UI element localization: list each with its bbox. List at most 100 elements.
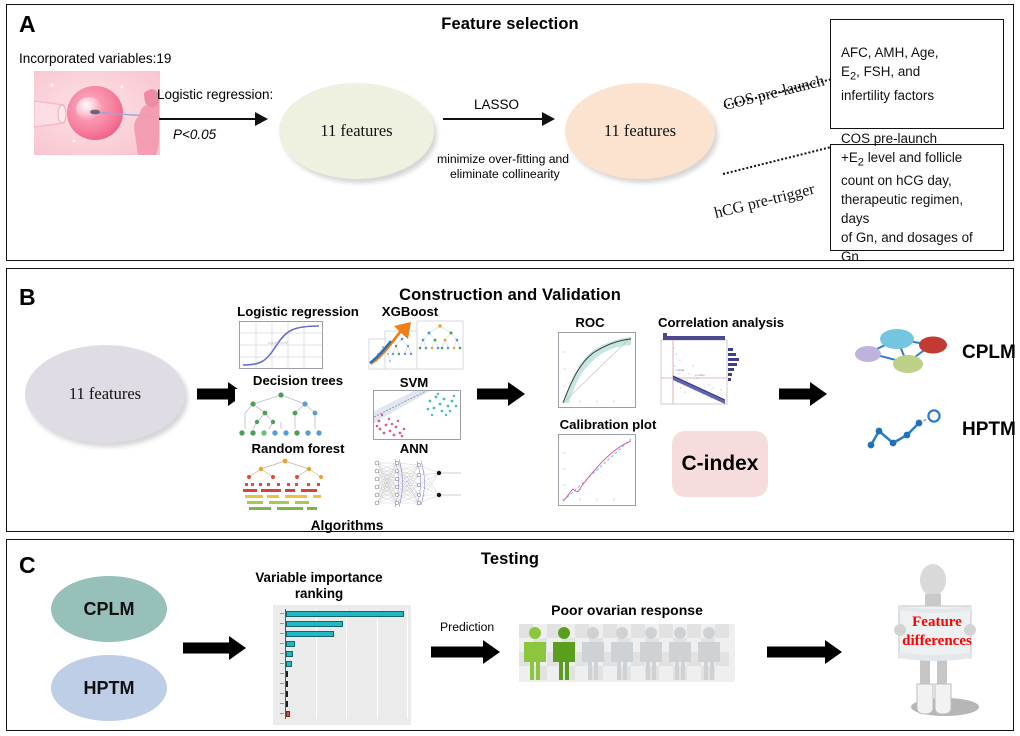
- lasso-note-line2: eliminate collinearity: [450, 167, 560, 181]
- box-bottom-line-2: +E2 level and follicle: [841, 149, 963, 169]
- ellipse-features-stage2-label: 11 features: [603, 121, 677, 140]
- chart-tick: [280, 693, 284, 694]
- chart-gridline: [407, 609, 408, 719]
- correlation-analysis-thumbnail: r-value p-value: [655, 330, 741, 410]
- svg-text:logistic curve: logistic curve: [268, 341, 288, 345]
- lasso-label: LASSO: [474, 97, 520, 112]
- arrow-prediction: [431, 640, 503, 664]
- prediction-label: Prediction: [440, 620, 495, 634]
- ellipse-features-stage1: 11 features: [279, 83, 434, 179]
- chart-gridline: [376, 609, 378, 719]
- p-value-label: P<0.05: [173, 127, 217, 142]
- xgboost-thumbnail: [367, 319, 465, 371]
- arrow-algorithms-to-validation: [477, 382, 525, 406]
- variable-importance-bar: [286, 700, 289, 708]
- xgboost-caption: XGBoost: [381, 304, 439, 319]
- ellipse-features-panel-b-label: 11 features: [68, 384, 142, 403]
- network-graph-icon: [855, 327, 951, 379]
- box-top-line-2: E2, FSH, and: [841, 64, 921, 83]
- ellipse-cplm: CPLM: [51, 576, 167, 642]
- variable-importance-bar: [286, 670, 289, 678]
- figure-root: A Feature selection Incorporated variabl…: [0, 0, 1020, 736]
- ellipse-features-stage1-label: 11 features: [320, 121, 393, 140]
- variable-importance-bar: [286, 610, 405, 618]
- icsi-illustration: [34, 71, 160, 155]
- svg-text:r-value: r-value: [675, 368, 685, 372]
- panel-b: B Construction and Validation 11 feature…: [6, 268, 1016, 533]
- chart-gridline: [346, 609, 347, 719]
- ellipse-cplm-label: CPLM: [83, 598, 135, 619]
- random-forest-thumbnail: [237, 457, 333, 515]
- panel-b-title: Construction and Validation: [399, 286, 621, 304]
- chart-tick: [280, 673, 284, 674]
- hcg-pre-trigger-label: hCG pre-trigger: [712, 180, 817, 223]
- algorithms-label: Algorithms: [310, 518, 384, 533]
- chart-tick: [280, 653, 284, 654]
- leader-hcg-pre-trigger: [722, 144, 838, 175]
- box-top-line-3: infertility factors: [841, 87, 935, 103]
- logistic-regression-caption: Logistic regression: [237, 304, 359, 319]
- panel-c-title: Testing: [480, 550, 540, 568]
- box-top-line-1: AFC, AMH, Age,: [841, 45, 939, 61]
- cos-pre-launch-variables-box: AFC, AMH, Age, E2, FSH, and infertility …: [830, 19, 1004, 129]
- poor-ovarian-response-label: Poor ovarian response: [551, 602, 703, 618]
- calibration-plot-thumbnail: [558, 434, 636, 506]
- box-bottom-line-3: count on hCG day,: [841, 173, 952, 189]
- calibration-plot-caption: Calibration plot: [559, 417, 657, 432]
- decision-trees-caption: Decision trees: [252, 373, 344, 388]
- chart-tick: [280, 683, 284, 684]
- chart-tick: [280, 633, 284, 634]
- ellipse-features-stage2: 11 features: [565, 83, 715, 179]
- roc-caption: ROC: [575, 315, 605, 330]
- decision-trees-thumbnail: [235, 389, 327, 437]
- variable-importance-bar: [286, 690, 289, 698]
- variable-importance-bar: [286, 640, 295, 648]
- svg-text:p-value: p-value: [695, 373, 705, 377]
- box-bottom-line-4: therapeutic regimen, days: [841, 192, 964, 227]
- result-line-2: differences: [902, 633, 972, 650]
- cplm-label: CPLM: [962, 342, 1016, 363]
- variable-importance-bar: [286, 660, 293, 668]
- variable-importance-bar: [286, 650, 294, 658]
- panel-a: A Feature selection Incorporated variabl…: [6, 4, 1014, 264]
- chart-tick: [280, 703, 284, 704]
- chart-tick: [280, 613, 284, 614]
- logistic-regression-thumbnail: logistic curve: [239, 321, 323, 369]
- variable-importance-title-line2: ranking: [294, 586, 344, 601]
- svm-thumbnail: [373, 390, 461, 440]
- variable-importance-chart: [273, 605, 411, 725]
- box-bottom-line-1: COS pre-launch: [841, 130, 938, 146]
- feature-differences-label: Feature differences: [892, 612, 982, 651]
- result-line-1: Feature: [912, 614, 962, 630]
- c-index-label: C-index: [681, 452, 759, 475]
- hptm-label: HPTM: [962, 419, 1016, 440]
- hcg-pre-trigger-variables-box: COS pre-launch +E2 level and follicle co…: [830, 131, 1004, 264]
- c-index-badge: C-index: [672, 431, 768, 497]
- chart-tick: [280, 713, 284, 714]
- variable-importance-bar: [286, 630, 334, 638]
- ann-caption: ANN: [399, 441, 429, 456]
- random-forest-caption: Random forest: [251, 441, 345, 456]
- logistic-regression-label: Logistic regression:: [157, 87, 274, 102]
- box-bottom-line-5: of Gn, and dosages of Gn: [841, 230, 973, 265]
- roc-thumbnail: [558, 332, 636, 408]
- panel-c: C Testing CPLM HPTM Variable importance …: [6, 539, 1014, 731]
- ann-thumbnail: [365, 457, 465, 515]
- cos-pre-launch-label: COS pre-launch: [721, 72, 827, 115]
- lasso-note-line1: minimize over-fitting and: [437, 152, 570, 166]
- variable-importance-bar: [286, 680, 289, 688]
- arrow-validation-to-models: [779, 382, 827, 406]
- arrow-to-result: [767, 640, 845, 664]
- incorporated-variables-label: Incorporated variables:19: [19, 51, 172, 66]
- variable-importance-bar: [286, 710, 290, 718]
- arrow-models-to-ranking: [183, 636, 249, 660]
- variable-importance-bar: [286, 620, 344, 628]
- chart-tick: [280, 623, 284, 624]
- ellipse-hptm-label: HPTM: [83, 677, 135, 698]
- correlation-analysis-caption: Correlation analysis: [657, 315, 785, 330]
- svm-caption: SVM: [399, 375, 429, 390]
- arrow-logistic-regression: [159, 112, 268, 126]
- ellipse-features-panel-b: 11 features: [25, 345, 185, 443]
- variable-importance-title-line1: Variable importance: [255, 570, 383, 585]
- people-group: [519, 624, 735, 682]
